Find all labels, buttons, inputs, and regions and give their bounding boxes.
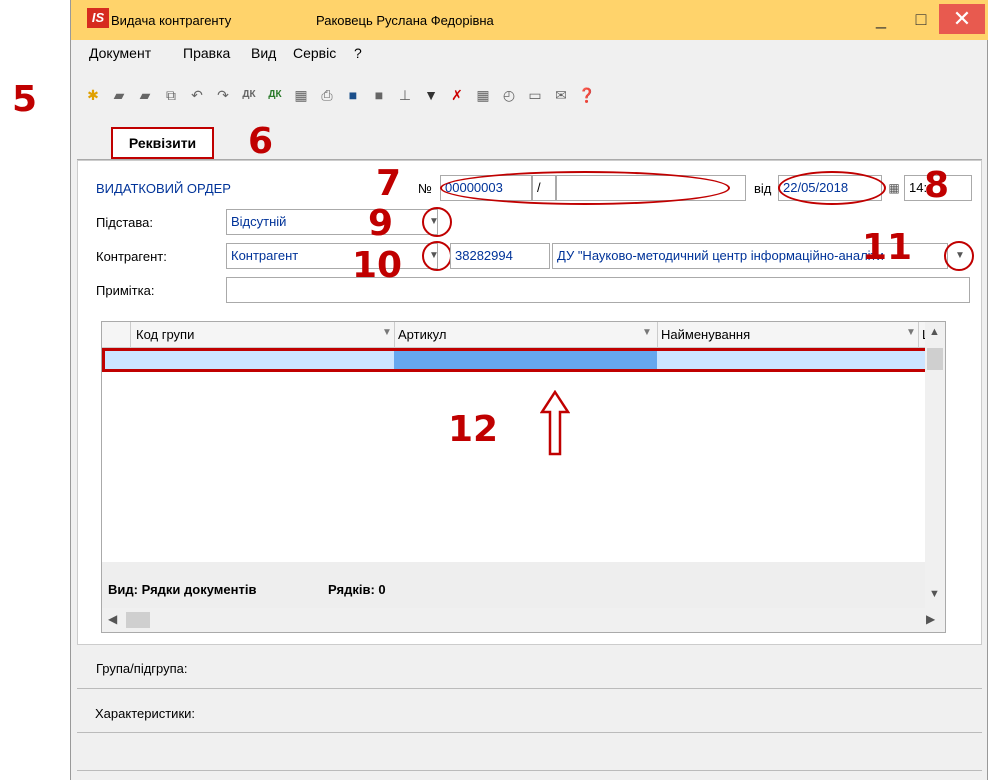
column-header-name[interactable]: Найменування [661, 327, 891, 342]
undo-icon[interactable]: ↶ [187, 84, 207, 106]
app-window: IS Видача контрагенту Раковець Руслана Ф… [70, 0, 988, 780]
annotation-5: 5 [12, 79, 38, 120]
tree-icon[interactable]: ⊥ [395, 84, 415, 106]
document-lines-grid: Код групи ▼ Артикул ▼ Найменування ▼ Ши … [101, 321, 946, 633]
rows-count: Рядків: 0 [328, 582, 386, 597]
window-title: Видача контрагенту [111, 13, 232, 28]
new-doc-icon[interactable]: ✱ [83, 84, 103, 106]
calc-icon[interactable]: ▦ [291, 84, 311, 106]
group-subgroup-label: Група/підгрупа: [96, 661, 188, 676]
highlight-basis-dropdown [422, 207, 452, 237]
up-arrow-annotation-icon [540, 390, 570, 456]
annotation-11: 11 [862, 227, 913, 268]
clock-icon[interactable]: ◴ [499, 84, 519, 106]
title-bar: IS Видача контрагенту Раковець Руслана Ф… [71, 0, 988, 40]
grid-horizontal-scrollbar[interactable]: ◀ ▶ [102, 608, 945, 632]
note-field[interactable] [226, 277, 970, 303]
menu-edit[interactable]: Правка [183, 45, 230, 61]
doc-type-label: ВИДАТКОВИЙ ОРДЕР [96, 181, 231, 196]
hscroll-thumb[interactable] [126, 612, 150, 628]
scroll-down-icon[interactable]: ▼ [929, 588, 940, 600]
disk2-icon[interactable]: ■ [369, 84, 389, 106]
scroll-left-icon[interactable]: ◀ [108, 612, 117, 626]
open-icon[interactable]: ▰ [109, 84, 129, 106]
menu-help[interactable]: ? [354, 45, 362, 61]
scroll-up-icon[interactable]: ▲ [929, 326, 940, 338]
window-user: Раковець Руслана Федорівна [316, 13, 494, 28]
minimize-button[interactable]: _ [861, 4, 901, 34]
maximize-button[interactable]: □ [901, 4, 941, 34]
annotation-10: 10 [352, 245, 403, 286]
mail-icon[interactable]: ✉ [551, 84, 571, 106]
form-panel: ВИДАТКОВИЙ ОРДЕР № 00000003 / від 22/05/… [77, 160, 982, 676]
grid-icon[interactable]: ▦ [473, 84, 493, 106]
note-label: Примітка: [96, 283, 155, 298]
annotation-7: 7 [376, 163, 402, 204]
column-header-article[interactable]: Артикул [398, 327, 628, 342]
column-header-group-code[interactable]: Код групи [136, 327, 366, 342]
copy-icon[interactable]: ▰ [135, 84, 155, 106]
column-separator [918, 322, 919, 348]
grid-vertical-scrollbar[interactable]: ▲ ▼ [925, 322, 945, 608]
menu-service[interactable]: Сервіс [293, 45, 336, 61]
scroll-thumb[interactable] [927, 348, 943, 370]
divider [77, 770, 982, 771]
print-icon[interactable]: ⎙ [317, 84, 337, 106]
save-icon[interactable]: ■ [343, 84, 363, 106]
annotation-12: 12 [448, 409, 499, 450]
column-sort-icon[interactable]: ▼ [906, 327, 916, 338]
date-label: від [754, 181, 772, 196]
counterparty-label: Контрагент: [96, 249, 167, 264]
dk-icon[interactable]: ДК [239, 84, 259, 106]
menu-bar: Документ Правка Вид Сервіс ? [71, 44, 988, 64]
toolbar: ✱ ▰ ▰ ⧉ ↶ ↷ ДК ДК ▦ ⎙ ■ ■ ⊥ ▼ ✗ ▦ ◴ ▭ ✉ … [83, 84, 783, 108]
highlight-date [778, 171, 886, 205]
column-separator [394, 322, 395, 348]
counterparty-type-field[interactable]: Контрагент [226, 243, 438, 269]
filter-icon[interactable]: ▼ [421, 84, 441, 106]
app-logo-icon: IS [87, 8, 109, 28]
tab-strip: Реквізити [77, 120, 982, 160]
highlight-new-row [102, 348, 945, 372]
basis-label: Підстава: [96, 215, 153, 230]
basis-field[interactable]: Відсутній [226, 209, 438, 235]
highlight-counterparty-name-dropdown [944, 241, 974, 271]
view-label: Вид: Рядки документів [108, 582, 257, 597]
column-sort-icon[interactable]: ▼ [642, 327, 652, 338]
grid-header: Код групи ▼ Артикул ▼ Найменування ▼ Ши [102, 322, 945, 348]
highlight-doc-number [440, 171, 730, 205]
column-separator [657, 322, 658, 348]
number-label: № [418, 181, 432, 196]
calendar-icon[interactable]: ▦ [884, 176, 904, 200]
annotation-6: 6 [248, 121, 274, 162]
divider [77, 732, 982, 733]
close-button[interactable]: ✕ [939, 4, 985, 34]
highlight-counterparty-dropdown [422, 241, 452, 271]
column-separator [130, 322, 131, 348]
copy2-icon[interactable]: ⧉ [161, 84, 181, 106]
menu-document[interactable]: Документ [89, 45, 151, 61]
dk2-icon[interactable]: ДК [265, 84, 285, 106]
scroll-right-icon[interactable]: ▶ [926, 612, 935, 626]
clear-filter-icon[interactable]: ✗ [447, 84, 467, 106]
tab-requisites[interactable]: Реквізити [111, 127, 214, 159]
annotation-9: 9 [368, 203, 394, 244]
annotation-8: 8 [924, 165, 950, 206]
redo-icon[interactable]: ↷ [213, 84, 233, 106]
grid-footer: Вид: Рядки документів Рядків: 0 [102, 562, 925, 608]
column-sort-icon[interactable]: ▼ [382, 327, 392, 338]
characteristics-label: Характеристики: [95, 706, 196, 721]
divider [77, 688, 982, 689]
menu-view[interactable]: Вид [251, 45, 276, 61]
card-icon[interactable]: ▭ [525, 84, 545, 106]
help-icon[interactable]: ❓ [577, 84, 597, 106]
counterparty-code-field[interactable]: 38282994 [450, 243, 550, 269]
